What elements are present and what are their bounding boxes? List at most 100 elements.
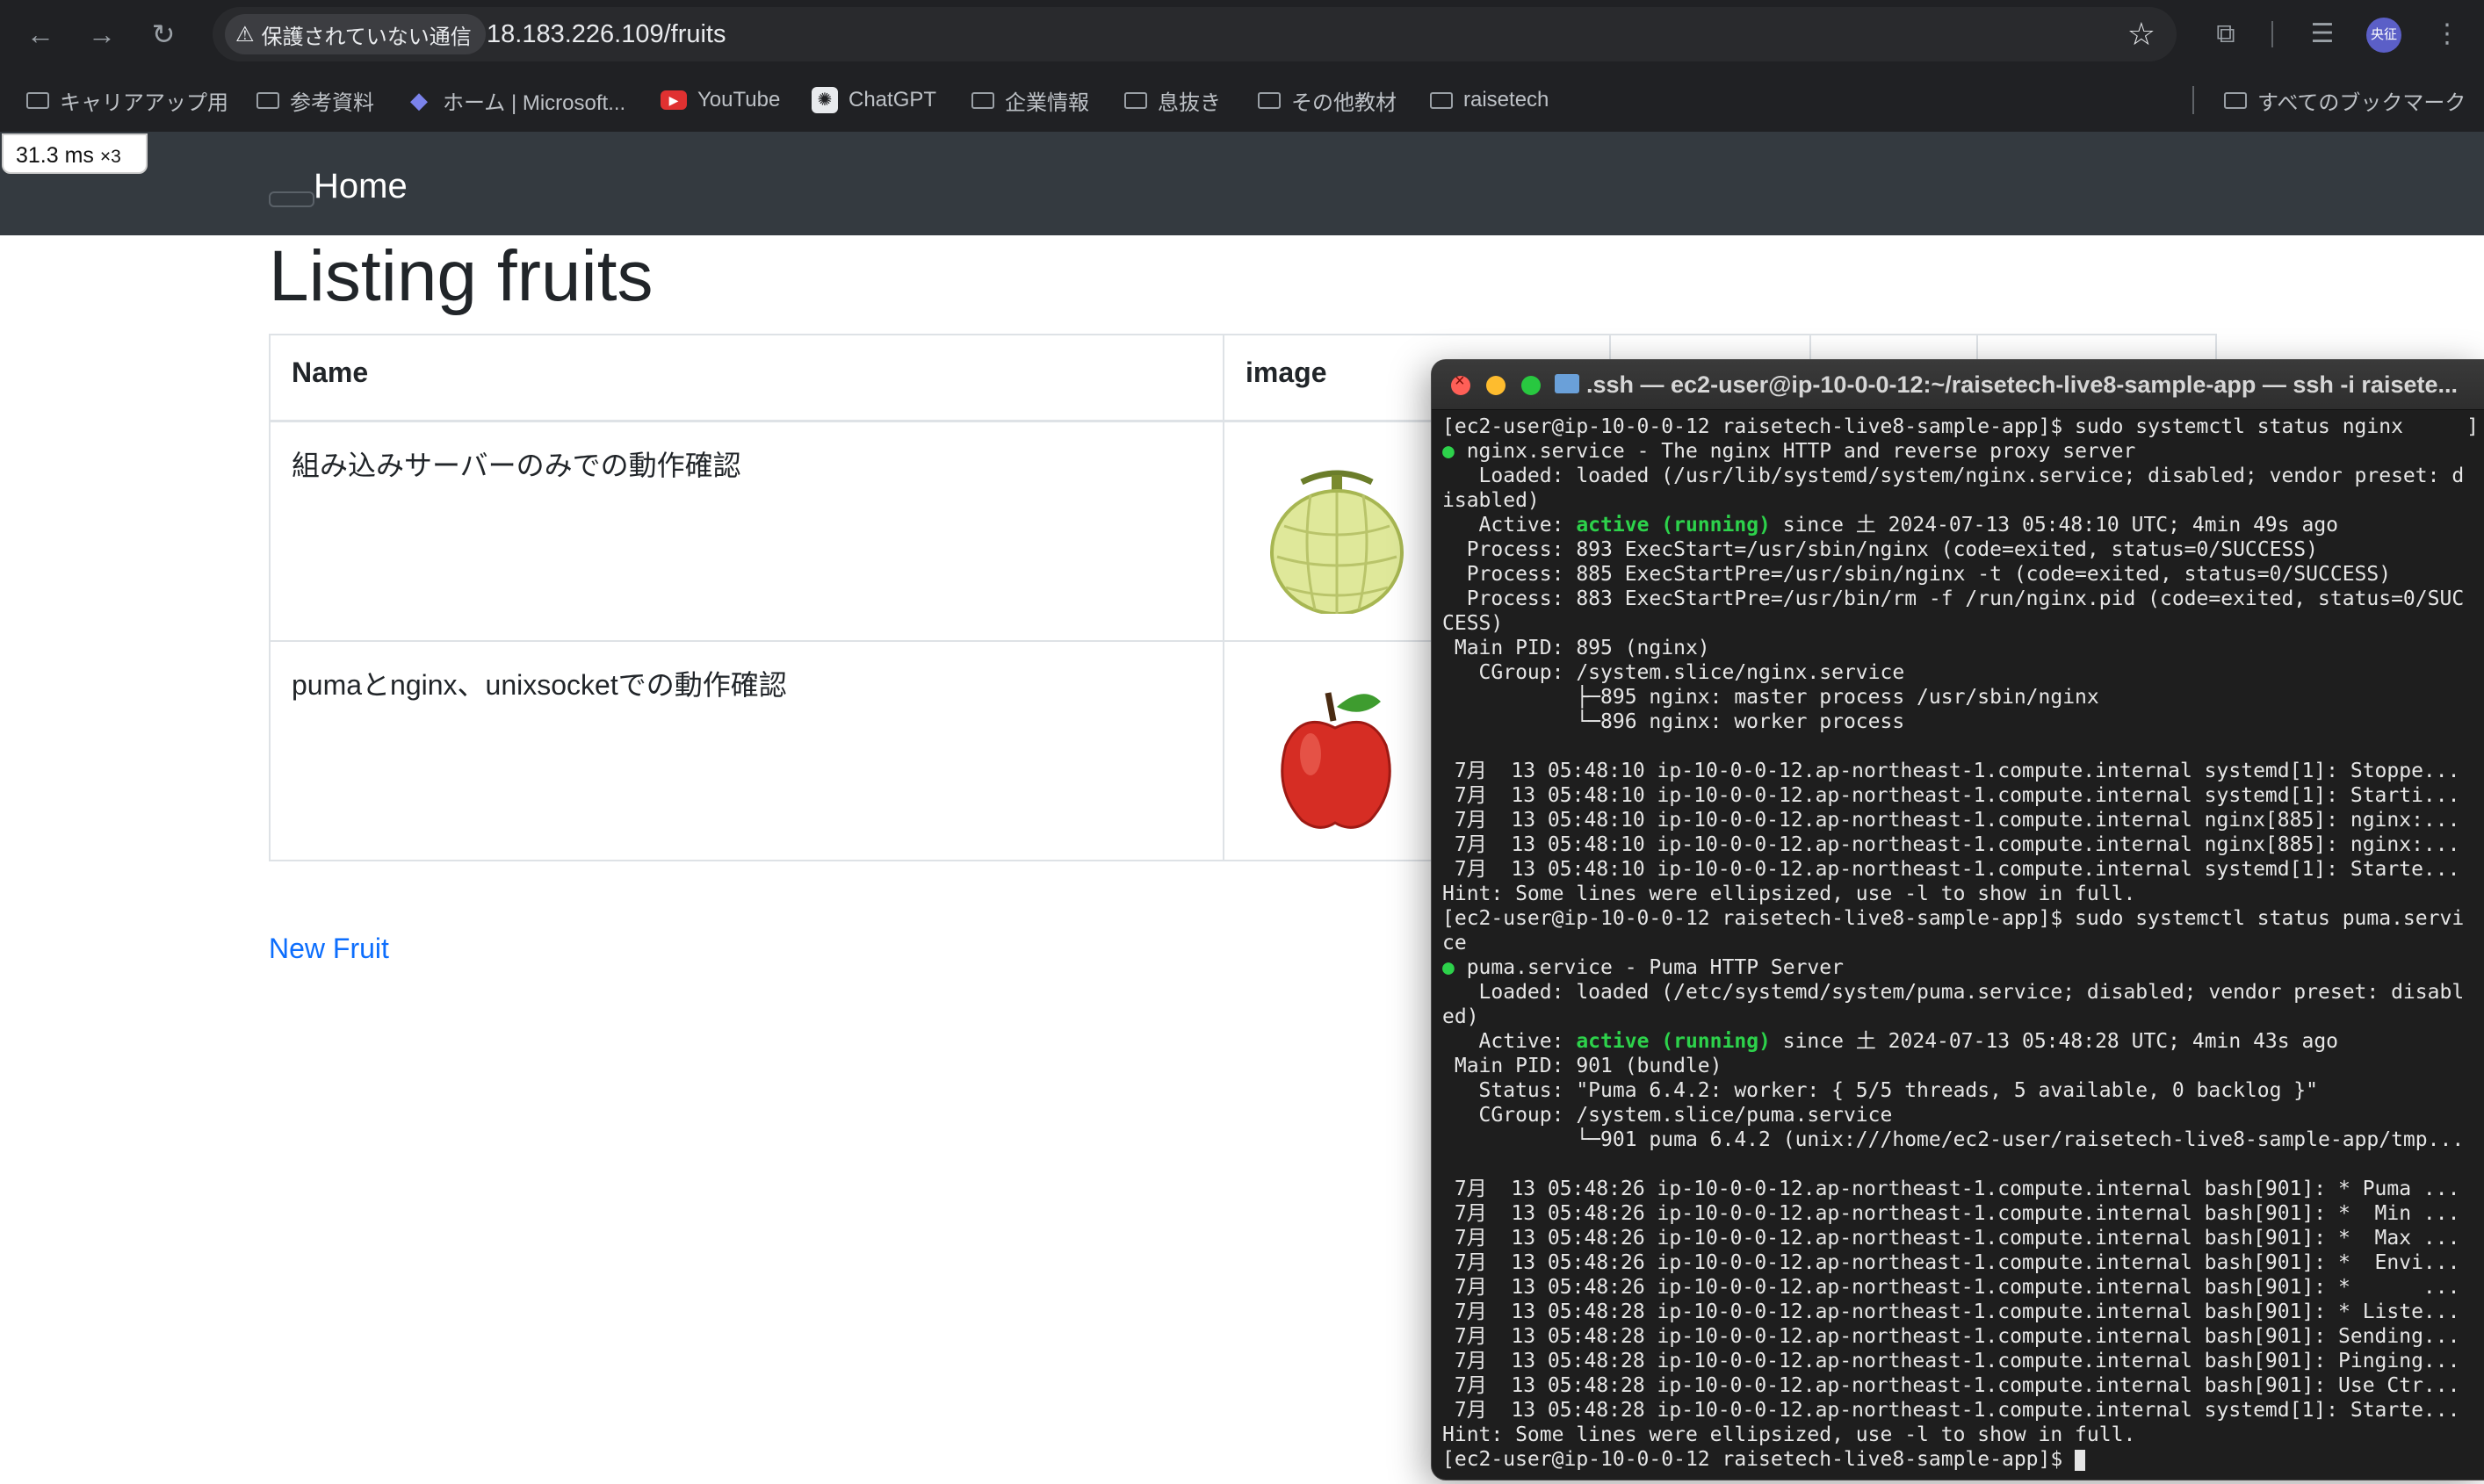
more-menu-icon[interactable]: ⋮	[2428, 15, 2466, 54]
terminal-title-bar[interactable]: .ssh — ec2-user@ip-10-0-0-12:~/raisetech…	[1432, 360, 2484, 410]
terminal-line: 7月 13 05:48:10 ip-10-0-0-12.ap-northeast…	[1442, 809, 2460, 832]
close-window-button[interactable]	[1451, 371, 1470, 395]
folder-icon	[971, 91, 994, 109]
minimize-window-button[interactable]	[1486, 376, 1506, 395]
folder-icon	[2224, 91, 2247, 109]
terminal-line: Active: active (running) since 土 2024-07…	[1442, 1030, 2339, 1053]
page-title: Listing fruits	[269, 236, 653, 316]
reload-button[interactable]: ↻	[144, 15, 183, 54]
terminal-line: 7月 13 05:48:26 ip-10-0-0-12.ap-northeast…	[1442, 1178, 2460, 1200]
terminal-line: 7月 13 05:48:28 ip-10-0-0-12.ap-northeast…	[1442, 1325, 2460, 1348]
terminal-line: ├─895 nginx: master process /usr/sbin/ng…	[1442, 686, 2099, 709]
terminal-line: Loaded: loaded (/usr/lib/systemd/system/…	[1442, 465, 2465, 487]
bookmark-item[interactable]: raisetech	[1430, 68, 1549, 132]
terminal-line: 7月 13 05:48:10 ip-10-0-0-12.ap-northeast…	[1442, 760, 2460, 782]
terminal-line: 7月 13 05:48:28 ip-10-0-0-12.ap-northeast…	[1442, 1374, 2460, 1397]
bookmark-label: 息抜き	[1158, 90, 1221, 115]
back-button[interactable]: ←	[21, 15, 60, 54]
folder-icon	[1258, 91, 1281, 109]
zoom-window-button[interactable]	[1521, 376, 1541, 395]
terminal-line: 7月 13 05:48:28 ip-10-0-0-12.ap-northeast…	[1442, 1399, 2460, 1422]
all-bookmarks-label: すべてのブックマーク	[2257, 90, 2466, 115]
terminal-line: Active: active (running) since 土 2024-07…	[1442, 514, 2339, 537]
bookmark-label: 企業情報	[1005, 90, 1089, 115]
terminal-title: .ssh — ec2-user@ip-10-0-0-12:~/raisetech…	[1586, 371, 2458, 398]
terminal-line: [ec2-user@ip-10-0-0-12 raisetech-live8-s…	[1442, 415, 2403, 438]
bookmark-item[interactable]: ✺ ChatGPT	[812, 68, 936, 132]
terminal-line: 7月 13 05:48:28 ip-10-0-0-12.ap-northeast…	[1442, 1350, 2460, 1372]
bookmark-label: 参考資料	[290, 90, 374, 115]
terminal-line: 7月 13 05:48:28 ip-10-0-0-12.ap-northeast…	[1442, 1300, 2460, 1323]
bookmark-item[interactable]: ▶ YouTube	[661, 68, 780, 132]
terminal-line: 7月 13 05:48:10 ip-10-0-0-12.ap-northeast…	[1442, 784, 2460, 807]
terminal-line: └─896 nginx: worker process	[1442, 710, 1905, 733]
bookmark-item[interactable]: キャリアアップ用	[26, 68, 228, 132]
extensions-icon[interactable]: ⧉	[2206, 15, 2245, 54]
terminal-line: CGroup: /system.slice/nginx.service	[1442, 661, 1905, 684]
terminal-line: 7月 13 05:48:10 ip-10-0-0-12.ap-northeast…	[1442, 833, 2460, 856]
terminal-line: 7月 13 05:48:26 ip-10-0-0-12.ap-northeast…	[1442, 1276, 2460, 1299]
bookmark-label: YouTube	[697, 88, 781, 112]
terminal-line: Main PID: 901 (bundle)	[1442, 1055, 1722, 1077]
terminal-window[interactable]: .ssh — ec2-user@ip-10-0-0-12:~/raisetech…	[1432, 360, 2484, 1480]
terminal-line: isabled)	[1442, 489, 1540, 512]
terminal-line: Process: 893 ExecStart=/usr/sbin/nginx (…	[1442, 538, 2318, 561]
terminal-line: Process: 885 ExecStartPre=/usr/sbin/ngin…	[1442, 563, 2392, 586]
warning-icon: ⚠	[235, 22, 255, 47]
bookmark-item[interactable]: その他教材	[1258, 68, 1397, 132]
terminal-cursor	[2075, 1449, 2086, 1471]
youtube-icon: ▶	[661, 90, 687, 110]
bookmarks-bar: キャリアアップ用 参考資料 ◆ ホーム | Microsoft... ▶ You…	[0, 68, 2484, 133]
bookmark-item[interactable]: ◆ ホーム | Microsoft...	[406, 68, 625, 132]
folder-icon	[26, 91, 49, 109]
toolbar-divider	[2271, 21, 2273, 47]
bookmark-item[interactable]: 息抜き	[1124, 68, 1221, 132]
address-bar[interactable]: ⚠ 保護されていない通信 18.183.226.109/fruits ☆	[213, 7, 2177, 61]
profile-avatar[interactable]: 央征	[2366, 18, 2401, 53]
terminal-line: Hint: Some lines were ellipsized, use -l…	[1442, 882, 2136, 905]
terminal-line: 7月 13 05:48:26 ip-10-0-0-12.ap-northeast…	[1442, 1227, 2460, 1250]
terminal-line: CGroup: /system.slice/puma.service	[1442, 1104, 1893, 1127]
folder-icon	[1124, 91, 1147, 109]
bookmark-item[interactable]: 企業情報	[971, 68, 1089, 132]
perf-time: 31.3 ms	[16, 143, 94, 168]
terminal-line: ce	[1442, 932, 1467, 955]
bookmark-item[interactable]: 参考資料	[256, 68, 374, 132]
folder-icon	[1555, 374, 1579, 393]
apple-image	[1281, 692, 1391, 829]
terminal-line: Loaded: loaded (/etc/systemd/system/puma…	[1442, 981, 2465, 1004]
bookmark-label: その他教材	[1291, 90, 1397, 115]
terminal-line: [ec2-user@ip-10-0-0-12 raisetech-live8-s…	[1442, 907, 2465, 930]
chatgpt-icon: ✺	[812, 87, 838, 113]
terminal-line: Hint: Some lines were ellipsized, use -l…	[1442, 1423, 2136, 1446]
all-bookmarks[interactable]: すべてのブックマーク	[2224, 68, 2466, 132]
bookmark-label: ChatGPT	[848, 88, 937, 112]
terminal-line: ● puma.service - Puma HTTP Server	[1442, 956, 1844, 979]
perf-multiplier: ×3	[99, 147, 121, 167]
melon-image	[1270, 470, 1404, 614]
forward-button[interactable]: →	[83, 15, 121, 54]
reading-list-icon[interactable]: ☰	[2303, 15, 2342, 54]
terminal-line: Process: 883 ExecStartPre=/usr/bin/rm -f…	[1442, 587, 2465, 610]
browser-toolbar: ← → ↻ ⚠ 保護されていない通信 18.183.226.109/fruits…	[0, 0, 2484, 68]
site-navbar: Home	[0, 132, 2484, 235]
navbar-brand-home[interactable]: Home	[314, 167, 408, 206]
column-header-name: Name	[269, 334, 1224, 422]
bookmark-label: ホーム | Microsoft...	[443, 90, 626, 115]
terminal-output[interactable]: [ec2-user@ip-10-0-0-12 raisetech-live8-s…	[1442, 414, 2479, 1472]
bookmark-star-icon[interactable]: ☆	[2127, 7, 2155, 61]
terminal-line: Main PID: 895 (nginx)	[1442, 637, 1710, 659]
new-fruit-link[interactable]: New Fruit	[269, 933, 389, 965]
url-text[interactable]: 18.183.226.109/fruits	[487, 7, 726, 61]
fruit-name-cell: 組み込みサーバーのみでの動作確認	[269, 420, 1224, 642]
terminal-line: Status: "Puma 6.4.2: worker: { 5/5 threa…	[1442, 1079, 2318, 1102]
terminal-line: [ec2-user@ip-10-0-0-12 raisetech-live8-s…	[1442, 1447, 2479, 1472]
fruit-name-cell: pumaとnginx、unixsocketでの動作確認	[269, 640, 1224, 861]
bookmark-label: raisetech	[1463, 88, 1549, 112]
terminal-line: └─901 puma 6.4.2 (unix:///home/ec2-user/…	[1442, 1128, 2465, 1151]
security-chip[interactable]: ⚠ 保護されていない通信	[225, 14, 486, 54]
navbar-toggler[interactable]	[269, 191, 314, 207]
performance-badge[interactable]: 31.3 ms ×3	[2, 133, 148, 174]
